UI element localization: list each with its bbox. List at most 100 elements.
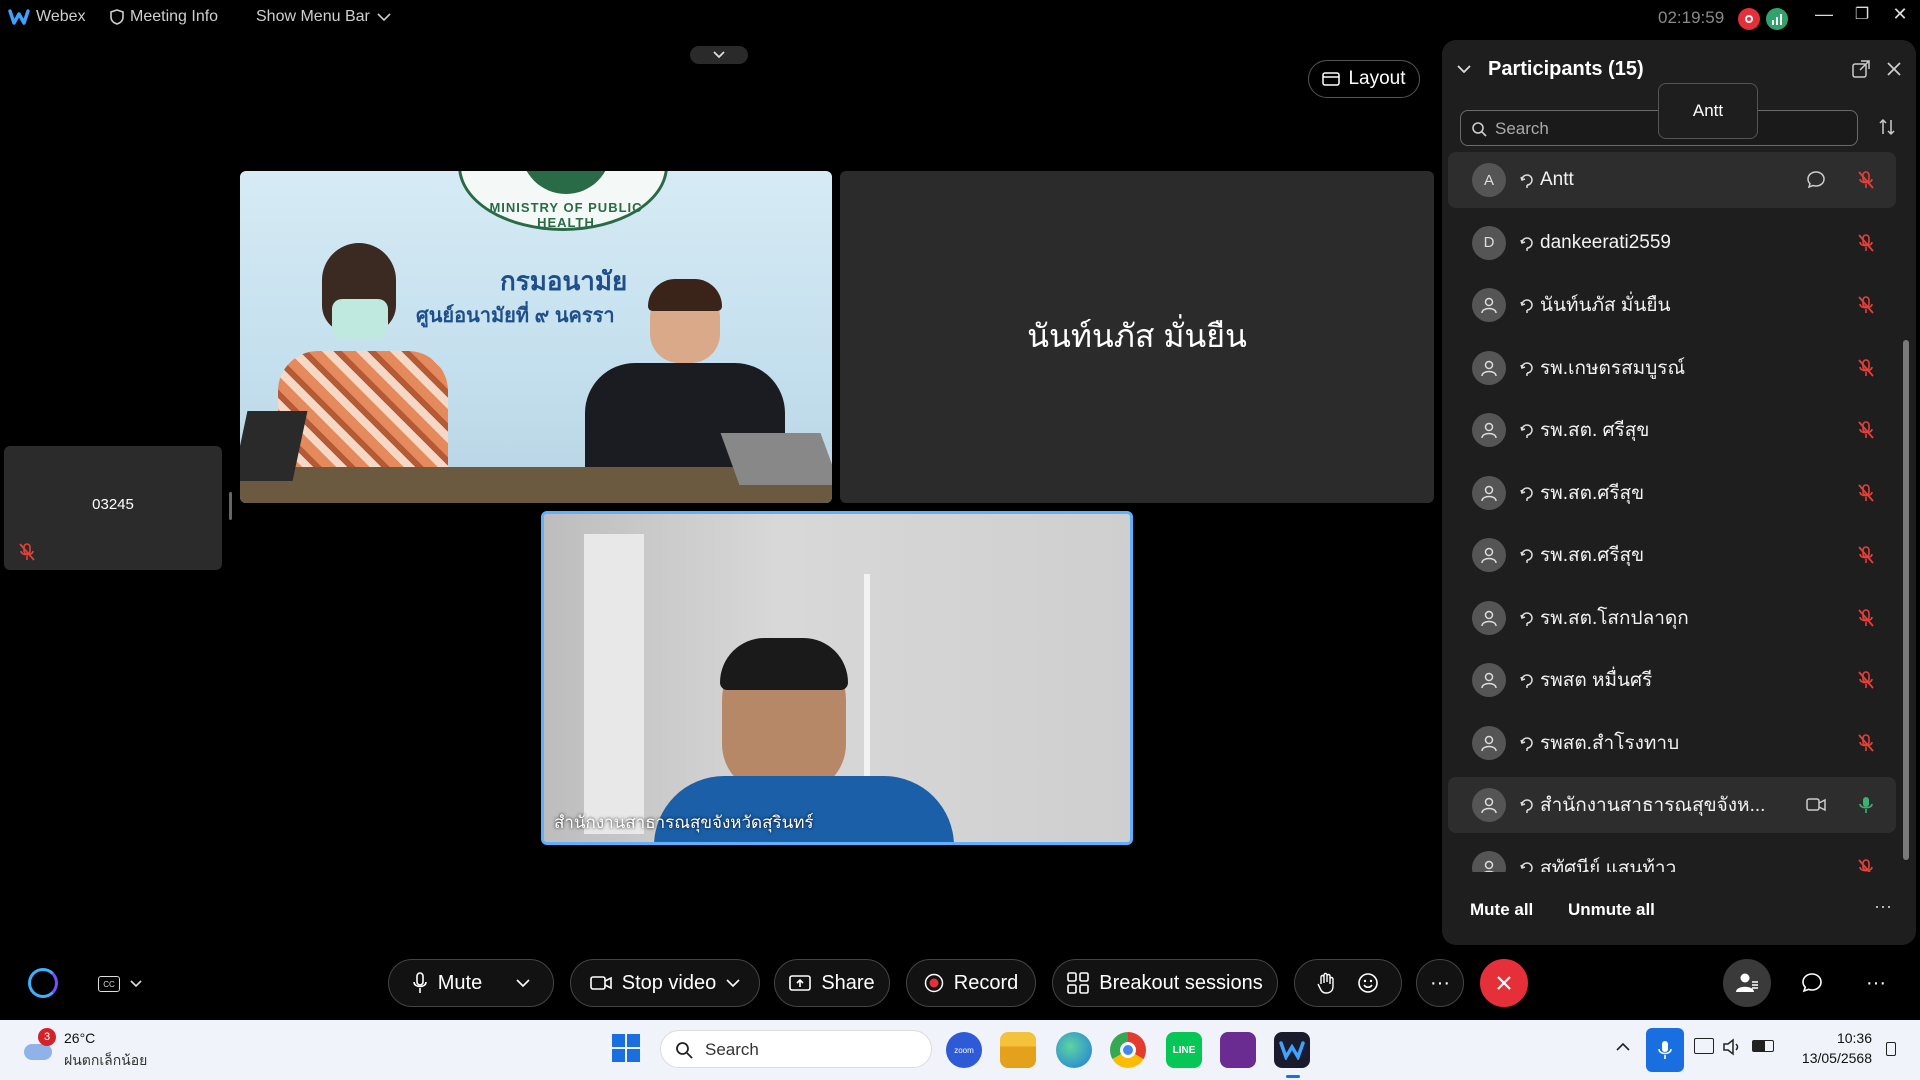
participant-row[interactable]: นันท์นภัส มั่นยืน xyxy=(1448,277,1896,333)
chat-button[interactable] xyxy=(1788,959,1836,1007)
device-sync-icon xyxy=(1520,799,1533,813)
reactions-group xyxy=(1294,959,1402,1007)
mic-muted-icon[interactable] xyxy=(1856,858,1876,872)
participant-row[interactable]: รพ.เกษตรสมบูรณ์ xyxy=(1448,340,1896,396)
volume-icon[interactable] xyxy=(1722,1038,1742,1056)
meeting-info-button[interactable]: Meeting Info xyxy=(110,8,218,26)
video-tile-active-speaker[interactable]: สำนักงานสาธารณสุขจังหวัดสุรินทร์ xyxy=(541,511,1133,845)
ministry-seal-logo: MINISTRY OF PUBLIC HEALTH xyxy=(458,171,668,231)
notifications-icon[interactable] xyxy=(1886,1042,1896,1056)
mic-muted-icon[interactable] xyxy=(1856,545,1876,565)
more-panels-button[interactable]: ··· xyxy=(1852,959,1900,1007)
record-button[interactable]: Record xyxy=(906,959,1036,1007)
clock-time[interactable]: 10:36 xyxy=(1790,1030,1872,1046)
chevron-down-icon[interactable] xyxy=(516,978,530,988)
chat-icon[interactable] xyxy=(1806,170,1826,190)
unmute-all-button[interactable]: Unmute all xyxy=(1568,900,1655,920)
zoom-app-icon[interactable]: zoom xyxy=(946,1032,982,1068)
webex-app-icon[interactable] xyxy=(1274,1032,1310,1068)
restore-button[interactable]: ❐ xyxy=(1842,4,1882,24)
stop-video-label: Stop video xyxy=(621,971,717,994)
collapse-handle[interactable] xyxy=(690,46,748,64)
mic-active-icon[interactable] xyxy=(1856,795,1876,815)
popout-icon[interactable] xyxy=(1852,60,1870,78)
edge-browser-icon[interactable] xyxy=(1056,1032,1092,1068)
mic-muted-icon[interactable] xyxy=(1856,608,1876,628)
scrollbar-thumb[interactable] xyxy=(1903,340,1909,860)
active-app-indicator xyxy=(1286,1075,1300,1078)
captions-button[interactable]: CC xyxy=(98,972,148,996)
mic-muted-icon[interactable] xyxy=(1856,420,1876,440)
share-button[interactable]: Share xyxy=(774,959,890,1007)
microphone-in-use-icon[interactable] xyxy=(1646,1028,1684,1072)
close-icon[interactable] xyxy=(1886,61,1902,77)
mic-muted-icon[interactable] xyxy=(1856,295,1876,315)
mic-muted-icon[interactable] xyxy=(1856,670,1876,690)
mic-muted-icon[interactable] xyxy=(1856,233,1876,253)
network-stats-icon[interactable] xyxy=(1766,8,1788,30)
participants-icon xyxy=(1736,973,1758,992)
participant-row[interactable]: รพสต หมื่นศรี xyxy=(1448,652,1896,708)
webex-menu[interactable]: Webex xyxy=(8,8,86,26)
room-sign-line1: กรมอนามัย xyxy=(500,266,628,296)
windows-start-icon[interactable] xyxy=(610,1032,642,1064)
chevron-up-icon[interactable] xyxy=(1616,1042,1630,1051)
avatar xyxy=(1472,788,1506,822)
windows-taskbar: 3 26°C ฝนตกเล็กน้อย Search zoom LINE 10:… xyxy=(0,1020,1920,1080)
chevron-down-icon[interactable] xyxy=(726,978,740,988)
participant-tile-small[interactable]: 03245 xyxy=(4,446,222,570)
weather-widget[interactable]: 3 xyxy=(20,1028,58,1060)
mute-label: Mute xyxy=(437,971,483,994)
device-sync-icon xyxy=(1520,736,1533,751)
mute-all-button[interactable]: Mute all xyxy=(1470,900,1533,920)
minimize-button[interactable]: — xyxy=(1804,4,1844,25)
mic-muted-icon[interactable] xyxy=(1856,358,1876,378)
mic-muted-icon[interactable] xyxy=(1856,483,1876,503)
participant-row[interactable]: Ddankeerati2559 xyxy=(1448,215,1896,271)
video-camera-icon xyxy=(1806,797,1826,813)
mic-muted-icon[interactable] xyxy=(1856,733,1876,753)
close-window-button[interactable]: ✕ xyxy=(1880,4,1920,25)
sort-icon[interactable] xyxy=(1878,118,1896,136)
file-explorer-icon[interactable] xyxy=(1000,1032,1036,1068)
emoji-reaction-icon[interactable] xyxy=(1357,972,1379,994)
video-tile-room[interactable]: MINISTRY OF PUBLIC HEALTH กรมอนามัย ศูนย… xyxy=(240,171,832,503)
taskbar-search[interactable]: Search xyxy=(660,1030,932,1068)
participant-row[interactable]: รพสต.สำโรงทาบ xyxy=(1448,715,1896,771)
mute-button[interactable]: Mute xyxy=(388,959,554,1007)
pdf-app-icon[interactable] xyxy=(1220,1032,1256,1068)
participant-tile-name-only[interactable]: นันท์นภัส มั่นยืน xyxy=(840,171,1434,503)
participant-row[interactable]: สำนักงานสาธารณสุขจังห... xyxy=(1448,777,1896,833)
participant-row[interactable]: รพ.สต. ศรีสุข xyxy=(1448,402,1896,458)
line-app-icon[interactable]: LINE xyxy=(1166,1032,1202,1068)
more-options-icon[interactable]: ··· xyxy=(1874,896,1892,917)
participants-toggle-button[interactable] xyxy=(1723,959,1771,1007)
participant-row[interactable]: สุทัศนีย์ แสนท้าว xyxy=(1448,840,1896,872)
breakout-sessions-button[interactable]: Breakout sessions xyxy=(1052,959,1278,1007)
chrome-browser-icon[interactable] xyxy=(1110,1032,1146,1068)
more-options-button[interactable]: ··· xyxy=(1416,959,1464,1007)
stop-video-button[interactable]: Stop video xyxy=(570,959,760,1007)
breakout-grid-icon xyxy=(1067,972,1090,994)
leave-meeting-button[interactable] xyxy=(1480,959,1528,1007)
layout-button[interactable]: Layout xyxy=(1308,60,1420,98)
participant-row[interactable]: A Antt xyxy=(1448,152,1896,208)
network-icon[interactable] xyxy=(1694,1038,1714,1054)
show-menu-bar-button[interactable]: Show Menu Bar xyxy=(256,8,392,26)
clock-date[interactable]: 13/05/2568 xyxy=(1790,1050,1872,1066)
battery-icon[interactable] xyxy=(1752,1040,1774,1052)
raise-hand-icon[interactable] xyxy=(1317,972,1335,994)
device-sync-icon xyxy=(1520,424,1533,438)
participant-row[interactable]: รพ.สต.โสกปลาดุก xyxy=(1448,590,1896,646)
participant-name: Antt xyxy=(1540,169,1574,190)
participant-row[interactable]: รพ.สต.ศรีสุข xyxy=(1448,465,1896,521)
resize-handle[interactable] xyxy=(229,492,232,520)
webex-assistant-icon[interactable] xyxy=(28,968,58,998)
recording-indicator-icon[interactable] xyxy=(1738,8,1760,30)
avatar xyxy=(1472,350,1506,385)
device-sync-icon xyxy=(1520,361,1533,376)
scrollbar[interactable] xyxy=(1902,140,1910,872)
participant-row[interactable]: รพ.สต.ศรีสุข xyxy=(1448,527,1896,583)
mic-muted-icon[interactable] xyxy=(1856,170,1876,190)
chevron-down-icon[interactable] xyxy=(1456,64,1472,74)
